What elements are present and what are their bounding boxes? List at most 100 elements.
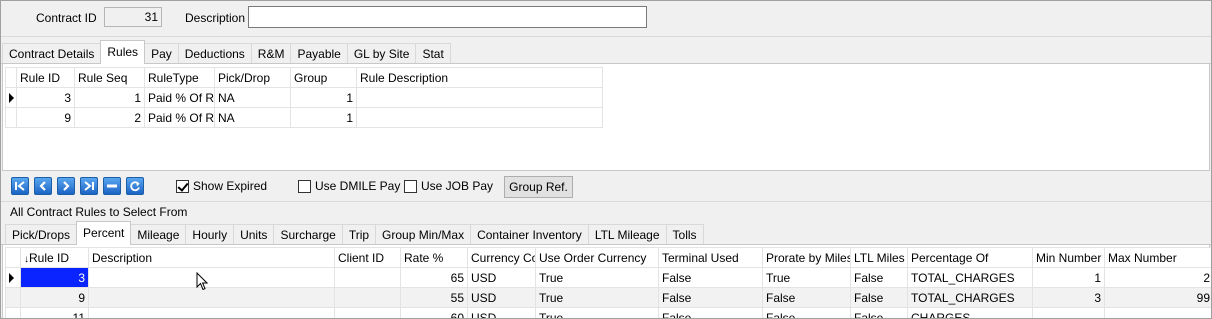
rule-tab-trip[interactable]: Trip xyxy=(341,224,377,245)
column-header-percentage-of[interactable]: Percentage Of xyxy=(907,247,1033,268)
table-row[interactable]: 9 2 Paid % Of Re NA 1 xyxy=(5,107,603,128)
show-expired-box[interactable] xyxy=(176,179,189,193)
table-row[interactable]: 3 65 USD True False True False TOTAL_CHARGES 1 2 xyxy=(5,267,1212,288)
cell-use-order-currency[interactable]: True xyxy=(535,307,659,319)
cell-min-number[interactable] xyxy=(1032,307,1105,319)
column-header-description[interactable]: Description xyxy=(88,247,335,268)
tab-deductions[interactable]: Deductions xyxy=(177,43,252,64)
cell-percentage-of[interactable]: CHARGES xyxy=(907,307,1033,319)
rule-tab-mileage[interactable]: Mileage xyxy=(130,224,187,245)
cell-prorate-by-miles[interactable]: False xyxy=(762,307,851,319)
cell-terminal-used[interactable]: False xyxy=(658,287,763,308)
rule-tab-hourly[interactable]: Hourly xyxy=(185,224,235,245)
cell-ltl-miles[interactable]: False xyxy=(850,307,908,319)
last-record-icon[interactable] xyxy=(80,177,98,195)
column-header-rule-id[interactable]: ↓Rule ID xyxy=(20,247,89,268)
cell-client-id[interactable] xyxy=(334,287,401,308)
cell-rate[interactable]: 55 xyxy=(400,287,468,308)
cell-max-number[interactable] xyxy=(1104,307,1212,319)
rule-tab-tolls[interactable]: Tolls xyxy=(665,224,704,245)
cell-rule-id[interactable]: 9 xyxy=(16,107,75,128)
cell-rule-id[interactable]: 3 xyxy=(16,87,75,108)
column-header-group[interactable]: Group xyxy=(290,67,357,88)
cell-min-number[interactable]: 3 xyxy=(1032,287,1105,308)
cell-rule-description[interactable] xyxy=(356,87,603,108)
cell-rule-description[interactable] xyxy=(356,107,603,128)
cell-description[interactable] xyxy=(88,287,335,308)
tab-gl-by-site[interactable]: GL by Site xyxy=(346,43,417,64)
column-header-max-number[interactable]: Max Number xyxy=(1104,247,1212,268)
cell-rule-id[interactable]: 9 xyxy=(20,287,89,308)
column-header-client-id[interactable]: Client ID xyxy=(334,247,401,268)
cell-terminal-used[interactable]: False xyxy=(658,267,763,288)
rule-tab-percent[interactable]: Percent xyxy=(76,221,132,245)
next-record-icon[interactable] xyxy=(57,177,75,195)
rule-tab-ltl-mileage[interactable]: LTL Mileage xyxy=(587,224,667,245)
cell-rule-seq[interactable]: 2 xyxy=(74,107,145,128)
tab-payable[interactable]: Payable xyxy=(290,43,348,64)
prior-record-icon[interactable] xyxy=(34,177,52,195)
cell-use-order-currency[interactable]: True xyxy=(535,267,659,288)
cell-currency-code[interactable]: USD xyxy=(467,307,536,319)
cell-rate[interactable]: 65 xyxy=(400,267,468,288)
column-header-rule-id[interactable]: Rule ID xyxy=(16,67,75,88)
column-header-ruletype[interactable]: RuleType xyxy=(144,67,215,88)
cell-group[interactable]: 1 xyxy=(290,107,357,128)
cell-currency-code[interactable]: USD xyxy=(467,287,536,308)
cell-rule-id[interactable]: 3 xyxy=(20,267,89,288)
use-dmile-pay-checkbox[interactable]: Use DMILE Pay xyxy=(298,179,400,193)
rule-tab-group-min-max[interactable]: Group Min/Max xyxy=(375,224,472,245)
cell-percentage-of[interactable]: TOTAL_CHARGES xyxy=(907,267,1033,288)
column-header-rate[interactable]: Rate % xyxy=(400,247,468,268)
cell-max-number[interactable]: 2 xyxy=(1104,267,1212,288)
refresh-icon[interactable] xyxy=(126,177,144,195)
delete-record-icon[interactable] xyxy=(103,177,121,195)
table-row[interactable]: 9 55 USD True False False False TOTAL_CHARGES 3 9… xyxy=(5,287,1212,308)
cell-rule-seq[interactable]: 1 xyxy=(74,87,145,108)
cell-pick-drop[interactable]: NA xyxy=(214,87,291,108)
column-header-currency-code[interactable]: Currency Code xyxy=(467,247,536,268)
cell-min-number[interactable]: 1 xyxy=(1032,267,1105,288)
tab-r-m[interactable]: R&M xyxy=(250,43,292,64)
show-expired-checkbox[interactable]: Show Expired xyxy=(176,179,267,193)
tab-pay[interactable]: Pay xyxy=(144,43,179,64)
use-dmile-pay-box[interactable] xyxy=(298,179,311,193)
cell-client-id[interactable] xyxy=(334,267,401,288)
rule-tab-container-inventory[interactable]: Container Inventory xyxy=(470,224,589,245)
cell-group[interactable]: 1 xyxy=(290,87,357,108)
rule-tab-pick-drops[interactable]: Pick/Drops xyxy=(5,224,78,245)
cell-prorate-by-miles[interactable]: False xyxy=(762,287,851,308)
rule-tab-units[interactable]: Units xyxy=(233,224,275,245)
cell-ruletype[interactable]: Paid % Of Re xyxy=(144,87,215,108)
column-header-terminal-used[interactable]: Terminal Used xyxy=(658,247,763,268)
cell-pick-drop[interactable]: NA xyxy=(214,107,291,128)
tab-contract-details[interactable]: Contract Details xyxy=(2,43,102,64)
tab-stat[interactable]: Stat xyxy=(415,43,451,64)
cell-max-number[interactable]: 99 xyxy=(1104,287,1212,308)
cell-prorate-by-miles[interactable]: True xyxy=(762,267,851,288)
group-ref-button[interactable]: Group Ref. xyxy=(504,176,573,198)
use-job-pay-box[interactable] xyxy=(404,179,417,193)
cell-description[interactable] xyxy=(88,267,335,288)
cell-terminal-used[interactable]: False xyxy=(658,307,763,319)
cell-client-id[interactable] xyxy=(334,307,401,319)
cell-ltl-miles[interactable]: False xyxy=(850,287,908,308)
rule-tab-surcharge[interactable]: Surcharge xyxy=(273,224,343,245)
cell-use-order-currency[interactable]: True xyxy=(535,287,659,308)
table-row[interactable]: 3 1 Paid % Of Re NA 1 xyxy=(5,87,603,108)
cell-ltl-miles[interactable]: False xyxy=(850,267,908,288)
column-header-min-number[interactable]: Min Number xyxy=(1032,247,1105,268)
cell-description[interactable] xyxy=(88,307,335,319)
description-input[interactable] xyxy=(248,6,647,28)
use-job-pay-checkbox[interactable]: Use JOB Pay xyxy=(404,179,493,193)
cell-currency-code[interactable]: USD xyxy=(467,267,536,288)
column-header-prorate-by-miles[interactable]: Prorate by Miles xyxy=(762,247,851,268)
tab-rules[interactable]: Rules xyxy=(100,40,146,64)
cell-rule-id[interactable]: 11 xyxy=(20,307,89,319)
cell-percentage-of[interactable]: TOTAL_CHARGES xyxy=(907,287,1033,308)
first-record-icon[interactable] xyxy=(11,177,29,195)
column-header-rule-seq[interactable]: Rule Seq xyxy=(74,67,145,88)
column-header-pick-drop[interactable]: Pick/Drop xyxy=(214,67,291,88)
column-header-use-order-currency[interactable]: Use Order Currency xyxy=(535,247,659,268)
column-header-rule-description[interactable]: Rule Description xyxy=(356,67,603,88)
